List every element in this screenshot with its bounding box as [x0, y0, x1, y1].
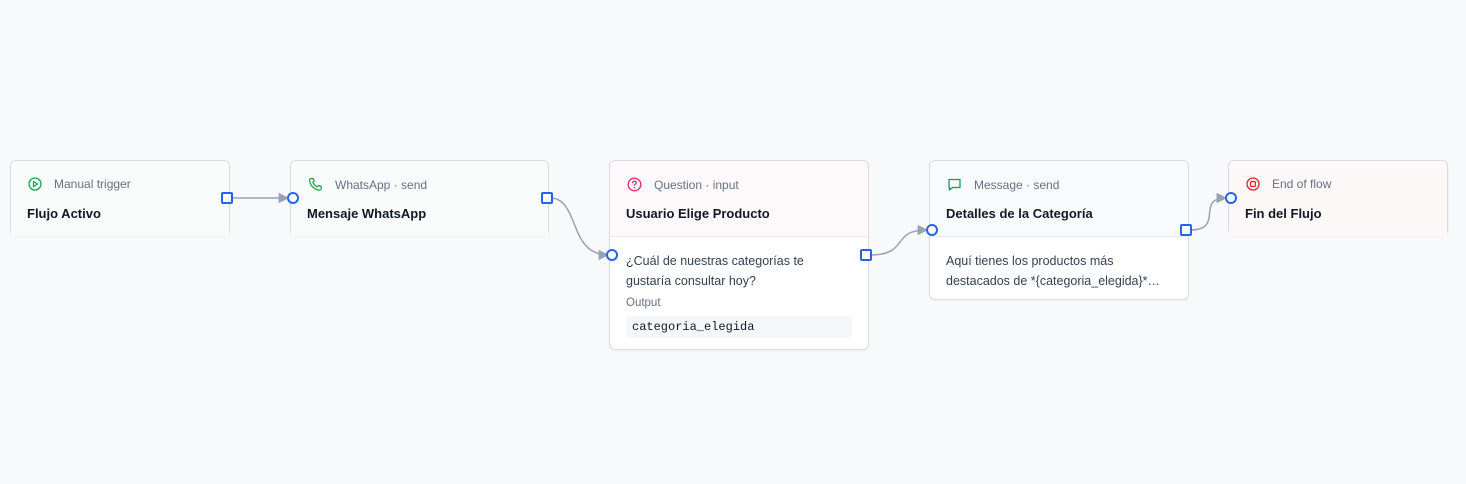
- input-port[interactable]: [926, 224, 938, 236]
- node-manual-trigger[interactable]: Manual trigger Flujo Activo: [10, 160, 233, 236]
- output-port[interactable]: [541, 192, 553, 204]
- input-port[interactable]: [287, 192, 299, 204]
- output-port[interactable]: [1180, 224, 1192, 236]
- output-port[interactable]: [860, 249, 872, 261]
- stop-circle-icon: [1246, 177, 1260, 191]
- output-port[interactable]: [221, 192, 233, 204]
- edge-mensaje-to-usuario[interactable]: [549, 197, 610, 261]
- node-kind-label: Question · input: [654, 177, 739, 192]
- phone-icon: [308, 177, 323, 192]
- question-text: ¿Cuál de nuestras categorías te gustaría…: [626, 254, 804, 288]
- play-circle-icon: [28, 177, 42, 191]
- node-kind-label: Message · send: [974, 177, 1060, 192]
- chat-bubble-icon: [947, 177, 962, 192]
- edge-detalles-to-fin[interactable]: [1189, 192, 1228, 231]
- node-whatsapp-send[interactable]: WhatsApp · send Mensaje WhatsApp: [287, 160, 553, 236]
- output-label: Output: [626, 297, 661, 309]
- node-kind-label: Manual trigger: [54, 177, 131, 191]
- input-port[interactable]: [1225, 192, 1237, 204]
- message-preview: Aquí tienes los productos más destacados…: [946, 254, 1161, 288]
- flow-canvas[interactable]: Manual trigger Flujo Activo WhatsApp · s…: [0, 0, 1466, 484]
- node-title: Mensaje WhatsApp: [307, 206, 427, 221]
- node-kind-label: WhatsApp · send: [335, 177, 428, 192]
- question-circle-icon: [627, 177, 642, 192]
- node-kind-label: End of flow: [1272, 177, 1332, 191]
- node-question-input[interactable]: Question · input Usuario Elige Producto …: [606, 160, 872, 350]
- input-port[interactable]: [606, 249, 618, 261]
- node-title: Detalles de la Categoría: [946, 206, 1093, 221]
- node-title: Usuario Elige Producto: [626, 206, 770, 221]
- node-title: Fin del Flujo: [1245, 206, 1322, 221]
- output-variable: categoria_elegida: [626, 316, 852, 338]
- node-message-send[interactable]: Message · send Detalles de la Categoría …: [926, 160, 1192, 300]
- node-end-of-flow[interactable]: End of flow Fin del Flujo: [1225, 160, 1448, 236]
- edge-usuario-to-detalles[interactable]: [869, 224, 929, 256]
- node-title: Flujo Activo: [27, 206, 101, 221]
